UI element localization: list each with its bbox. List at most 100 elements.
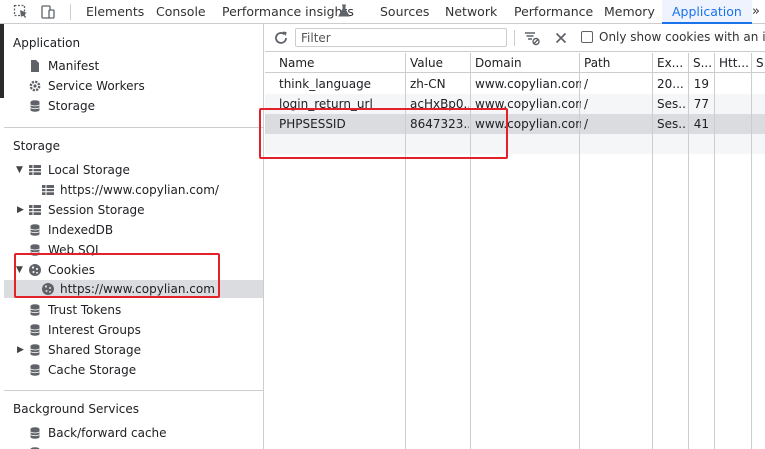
- sidebar-item-label: Service Workers: [48, 79, 145, 93]
- cell-size: 41: [693, 117, 709, 131]
- cookie-icon: [28, 263, 42, 277]
- sidebar-item-label: https://www.copylian.com/: [60, 183, 219, 197]
- tab-application[interactable]: Application: [662, 0, 752, 24]
- file-icon: [28, 59, 42, 73]
- column-divider: [652, 53, 653, 449]
- cell-path: /: [584, 117, 589, 131]
- cell-path: /: [584, 77, 589, 91]
- filter-input[interactable]: [295, 28, 507, 47]
- cookies-table: think_language zh-CN www.copylian.com / …: [265, 53, 765, 449]
- sidebar: Application Manifest Service Workers Sto…: [0, 24, 264, 449]
- column-header-value[interactable]: Value: [405, 53, 469, 73]
- devtools-tabbar: Elements Console Performance insights So…: [0, 0, 765, 24]
- section-divider: [4, 390, 263, 391]
- column-header-httponly[interactable]: Htt...: [714, 53, 750, 73]
- column-header-domain[interactable]: Domain: [470, 53, 581, 73]
- experiment-flask-icon: [338, 4, 354, 20]
- section-divider: [4, 127, 263, 128]
- cell-value: acHxBp0...: [410, 97, 469, 111]
- more-tabs-button[interactable]: »: [752, 0, 760, 24]
- column-header-expires[interactable]: Ex...: [652, 53, 687, 73]
- cell-name: PHPSESSID: [279, 117, 346, 131]
- expand-arrow-down-icon[interactable]: ▼: [16, 160, 24, 180]
- only-issues-checkbox[interactable]: [581, 31, 593, 43]
- sidebar-item-label: https://www.copylian.com: [60, 282, 215, 296]
- column-divider: [714, 53, 715, 449]
- expand-arrow-right-icon[interactable]: ▶: [17, 340, 25, 360]
- tab-performance-insights[interactable]: Performance insights: [222, 0, 354, 24]
- cell-expires: 20...: [657, 77, 684, 91]
- grid-icon: [28, 203, 42, 217]
- sidebar-item-label: Web SQL: [48, 243, 102, 257]
- database-icon: [28, 426, 42, 440]
- cookie-icon: [41, 282, 55, 296]
- sidebar-item-label: Cookies: [48, 263, 95, 277]
- database-icon: [28, 323, 42, 337]
- table-header: Name Value Domain Path Ex... S... Htt...…: [265, 53, 765, 73]
- sidebar-item-label: Back/forward cache: [48, 426, 167, 440]
- sidebar-item-label: Interest Groups: [48, 323, 141, 337]
- column-divider: [579, 53, 580, 449]
- tab-performance[interactable]: Performance: [514, 0, 593, 24]
- cell-domain: www.copylian.com: [475, 97, 581, 111]
- sidebar-item-label: Local Storage: [48, 163, 130, 177]
- column-header-size[interactable]: S...: [688, 53, 713, 73]
- tab-console[interactable]: Console: [156, 0, 206, 24]
- database-icon: [28, 303, 42, 317]
- cell-value: zh-CN: [410, 77, 446, 91]
- column-divider: [688, 53, 689, 449]
- tab-elements[interactable]: Elements: [86, 0, 144, 24]
- sidebar-item-label: Session Storage: [48, 203, 145, 217]
- sidebar-item-label: Cache Storage: [48, 363, 137, 377]
- table-row[interactable]: think_language zh-CN www.copylian.com / …: [265, 74, 765, 94]
- tab-memory[interactable]: Memory: [604, 0, 655, 24]
- tabbar-separator: [70, 4, 71, 20]
- sidebar-item-label: IndexedDB: [48, 223, 114, 237]
- grid-icon: [28, 163, 42, 177]
- clear-filtered-cookies-icon[interactable]: [524, 30, 540, 46]
- column-header-secure[interactable]: S...: [751, 53, 765, 73]
- inspect-element-icon[interactable]: [13, 4, 29, 20]
- section-title-storage: Storage: [13, 139, 60, 153]
- cell-size: 19: [693, 77, 709, 91]
- cell-expires: Ses...: [657, 117, 687, 131]
- column-divider: [405, 53, 406, 449]
- column-divider: [470, 53, 471, 449]
- sidebar-item-label: Trust Tokens: [48, 303, 122, 317]
- column-divider: [751, 53, 752, 449]
- cell-domain: www.copylian.com: [475, 77, 581, 91]
- only-issues-label: Only show cookies with an issue: [599, 30, 765, 44]
- refresh-icon[interactable]: [273, 30, 289, 46]
- cell-size: 77: [693, 97, 709, 111]
- section-title-application: Application: [13, 36, 81, 50]
- table-row-empty: [265, 134, 765, 154]
- clear-all-cookies-icon[interactable]: [553, 30, 569, 46]
- cell-name: think_language: [279, 77, 372, 91]
- column-header-path[interactable]: Path: [579, 53, 652, 73]
- expand-arrow-right-icon[interactable]: ▶: [17, 200, 25, 220]
- cell-value: 8647323...: [410, 117, 469, 131]
- column-header-name[interactable]: Name: [274, 53, 405, 73]
- device-toolbar-icon[interactable]: [40, 4, 56, 20]
- sidebar-item-label: Manifest: [48, 59, 100, 73]
- tab-sources[interactable]: Sources: [380, 0, 429, 24]
- database-icon: [28, 363, 42, 377]
- toolbar-separator: [514, 30, 515, 46]
- sidebar-item-label: Shared Storage: [48, 343, 142, 357]
- database-icon: [28, 99, 42, 113]
- database-icon: [28, 223, 42, 237]
- grid-icon: [41, 183, 55, 197]
- cookies-toolbar: Only show cookies with an issue: [265, 24, 765, 52]
- cell-expires: Ses...: [657, 97, 687, 111]
- table-row-selected[interactable]: PHPSESSID 8647323... www.copylian.com / …: [265, 114, 765, 134]
- expand-arrow-down-icon[interactable]: ▼: [16, 260, 24, 280]
- tab-network[interactable]: Network: [445, 0, 497, 24]
- database-icon: [28, 243, 42, 257]
- section-title-background-services: Background Services: [13, 402, 140, 416]
- gear-icon: [28, 79, 42, 93]
- cell-name: login_return_url: [279, 97, 373, 111]
- table-row[interactable]: login_return_url acHxBp0... www.copylian…: [265, 94, 765, 114]
- database-icon: [28, 343, 42, 357]
- sidebar-item-label: Storage: [48, 99, 95, 113]
- cell-domain: www.copylian.com: [475, 117, 581, 131]
